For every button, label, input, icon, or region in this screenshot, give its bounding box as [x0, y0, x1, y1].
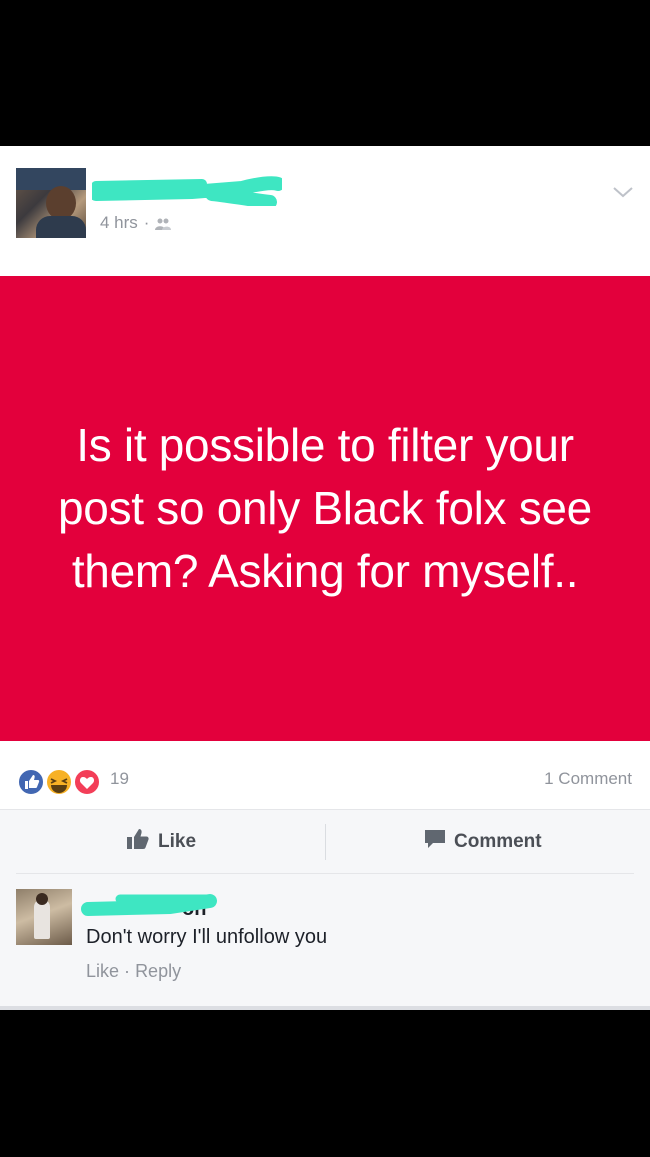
- comment-count[interactable]: 1 Comment: [544, 769, 632, 789]
- speech-bubble-icon: [424, 829, 446, 855]
- comment-like-link[interactable]: Like: [86, 961, 119, 981]
- post-header: 4 hrs ·: [0, 146, 650, 276]
- comment-actions-separator: ·: [124, 961, 131, 981]
- reaction-icons[interactable]: [15, 767, 105, 797]
- post-meta: 4 hrs ·: [100, 212, 172, 234]
- colored-status-background: Is it possible to filter your post so on…: [0, 276, 650, 741]
- reactions-row: 19 1 Comment: [0, 741, 650, 809]
- facebook-post: 4 hrs · Is it possible to filter your po…: [0, 146, 650, 1010]
- comment-text: Don't worry I'll unfollow you: [86, 926, 328, 948]
- author-name-redaction[interactable]: [92, 176, 282, 206]
- action-divider: [325, 824, 326, 860]
- comment-section: on Don't worry I'll unfollow you Like · …: [0, 873, 650, 1010]
- like-button[interactable]: Like: [126, 810, 196, 874]
- meta-separator: ·: [143, 213, 150, 232]
- thumbs-up-icon: [126, 828, 150, 856]
- post-timestamp[interactable]: 4 hrs: [100, 213, 138, 233]
- status-text: Is it possible to filter your post so on…: [58, 419, 592, 597]
- comment-label: Comment: [454, 831, 542, 852]
- comment-separator-line: [16, 873, 634, 874]
- like-label: Like: [158, 831, 197, 852]
- comment-reply-link[interactable]: Reply: [135, 961, 181, 981]
- commenter-name-redaction[interactable]: on: [80, 891, 225, 920]
- top-black-bar: [0, 0, 650, 146]
- commenter-avatar[interactable]: [16, 889, 72, 945]
- chevron-down-icon[interactable]: [611, 184, 635, 200]
- bottom-black-bar: [0, 1010, 650, 1157]
- friends-icon: [155, 216, 172, 230]
- comment-button[interactable]: Comment: [424, 810, 542, 874]
- author-avatar[interactable]: [16, 168, 86, 238]
- comment-actions: Like · Reply: [86, 961, 181, 982]
- reaction-count[interactable]: 19: [110, 769, 129, 789]
- action-bar: Like Comment: [0, 809, 650, 873]
